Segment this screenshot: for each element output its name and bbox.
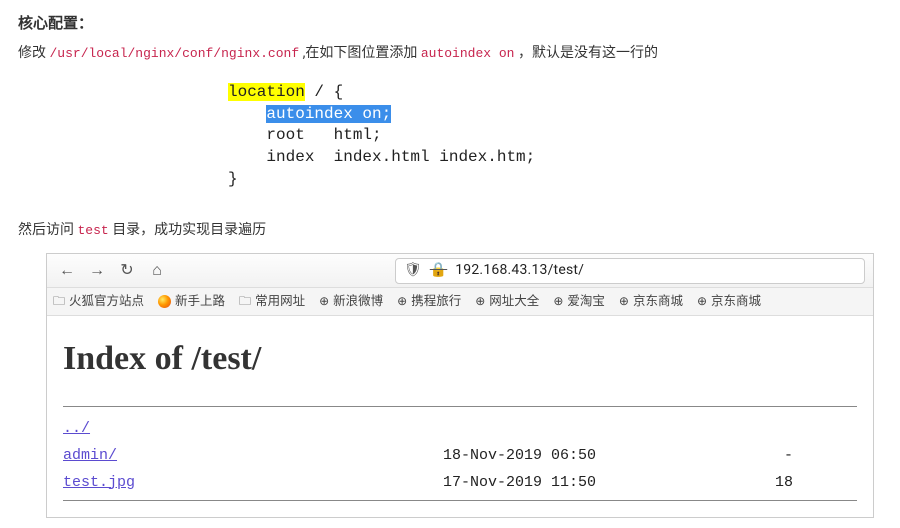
- folder-icon: 🗀: [239, 291, 251, 313]
- bookmark-common[interactable]: 🗀常用网址: [239, 291, 305, 314]
- dir-size: 18: [683, 469, 793, 496]
- bookmark-label: 网址大全: [489, 291, 539, 314]
- code: index index.html index.htm;: [228, 148, 535, 166]
- dir-date: 17-Nov-2019 11:50: [443, 469, 683, 496]
- globe-icon: ⊕: [319, 291, 329, 313]
- code: / {: [305, 83, 343, 101]
- shield-icon: 🛡: [404, 258, 422, 283]
- config-instruction: 修改 /usr/local/nginx/conf/nginx.conf ,在如下…: [18, 41, 882, 66]
- bookmark-newbie[interactable]: 新手上路: [158, 291, 225, 314]
- back-button[interactable]: ←: [55, 256, 79, 285]
- text: ,在如下图位置添加: [303, 45, 421, 61]
- test-dir-code: test: [77, 223, 108, 238]
- bookmark-sites[interactable]: ⊕网址大全: [475, 291, 539, 314]
- page-content: Index of /test/ ../ admin/18-Nov-2019 06…: [47, 316, 873, 516]
- url-text: 192.168.43.13/test/: [455, 258, 584, 283]
- bookmark-label: 新浪微博: [333, 291, 383, 314]
- section-title: 核心配置：: [18, 10, 882, 37]
- divider: [63, 406, 857, 407]
- text: 修改: [18, 45, 49, 61]
- bookmark-label: 新手上路: [175, 291, 225, 314]
- bookmark-label: 京东商城: [633, 291, 683, 314]
- reload-button[interactable]: ↻: [115, 256, 139, 285]
- config-path-code: /usr/local/nginx/conf/nginx.conf: [49, 46, 299, 61]
- dir-link-parent[interactable]: ../: [63, 420, 90, 437]
- insecure-lock-icon: 🔒: [430, 258, 447, 283]
- bookmark-label: 爱淘宝: [567, 291, 605, 314]
- bookmark-label: 火狐官方站点: [69, 291, 144, 314]
- browser-window: ← → ↻ ⌂ 🛡 🔒 192.168.43.13/test/ 🗀火狐官方站点 …: [46, 253, 874, 517]
- firefox-icon: [158, 295, 171, 308]
- index-heading: Index of /test/: [63, 328, 857, 389]
- dir-size: -: [683, 442, 793, 469]
- divider: [63, 500, 857, 501]
- bookmark-weibo[interactable]: ⊕新浪微博: [319, 291, 383, 314]
- text: ，默认是没有这一行的: [518, 45, 658, 61]
- dir-link-testjpg[interactable]: test.jpg: [63, 474, 135, 491]
- bookmark-label: 京东商城: [711, 291, 761, 314]
- address-bar[interactable]: 🛡 🔒 192.168.43.13/test/: [395, 258, 865, 284]
- text: 然后访问: [18, 222, 77, 238]
- bookmark-jd2[interactable]: ⊕京东商城: [697, 291, 761, 314]
- bookmark-ctrip[interactable]: ⊕携程旅行: [397, 291, 461, 314]
- forward-button[interactable]: →: [85, 256, 109, 285]
- code: root html;: [228, 126, 382, 144]
- bookmark-taobao[interactable]: ⊕爱淘宝: [553, 291, 605, 314]
- dir-date: 18-Nov-2019 06:50: [443, 442, 683, 469]
- hl-autoindex: autoindex on;: [266, 105, 391, 123]
- code: }: [228, 170, 238, 188]
- bookmark-firefox-official[interactable]: 🗀火狐官方站点: [53, 291, 144, 314]
- globe-icon: ⊕: [553, 291, 563, 313]
- directory-listing: ../ admin/18-Nov-2019 06:50- test.jpg 17-…: [63, 415, 857, 496]
- globe-icon: ⊕: [619, 291, 629, 313]
- autoindex-code: autoindex on: [421, 46, 515, 61]
- hl-location: location: [228, 83, 305, 101]
- browser-toolbar: ← → ↻ ⌂ 🛡 🔒 192.168.43.13/test/: [47, 254, 873, 288]
- nginx-config-snippet: location / { autoindex on; root html; in…: [228, 82, 882, 190]
- dir-date: [443, 415, 683, 442]
- dir-size: [683, 415, 793, 442]
- globe-icon: ⊕: [697, 291, 707, 313]
- bookmark-jd1[interactable]: ⊕京东商城: [619, 291, 683, 314]
- text: 目录，成功实现目录遍历: [112, 222, 266, 238]
- globe-icon: ⊕: [397, 291, 407, 313]
- result-paragraph: 然后访问 test 目录，成功实现目录遍历: [18, 218, 882, 243]
- folder-icon: 🗀: [53, 291, 65, 313]
- code: [228, 105, 266, 123]
- bookmark-label: 常用网址: [255, 291, 305, 314]
- dir-link-admin[interactable]: admin/: [63, 447, 117, 464]
- bookmarks-bar: 🗀火狐官方站点 新手上路 🗀常用网址 ⊕新浪微博 ⊕携程旅行 ⊕网址大全 ⊕爱淘…: [47, 288, 873, 316]
- bookmark-label: 携程旅行: [411, 291, 461, 314]
- globe-icon: ⊕: [475, 291, 485, 313]
- home-button[interactable]: ⌂: [145, 256, 169, 285]
